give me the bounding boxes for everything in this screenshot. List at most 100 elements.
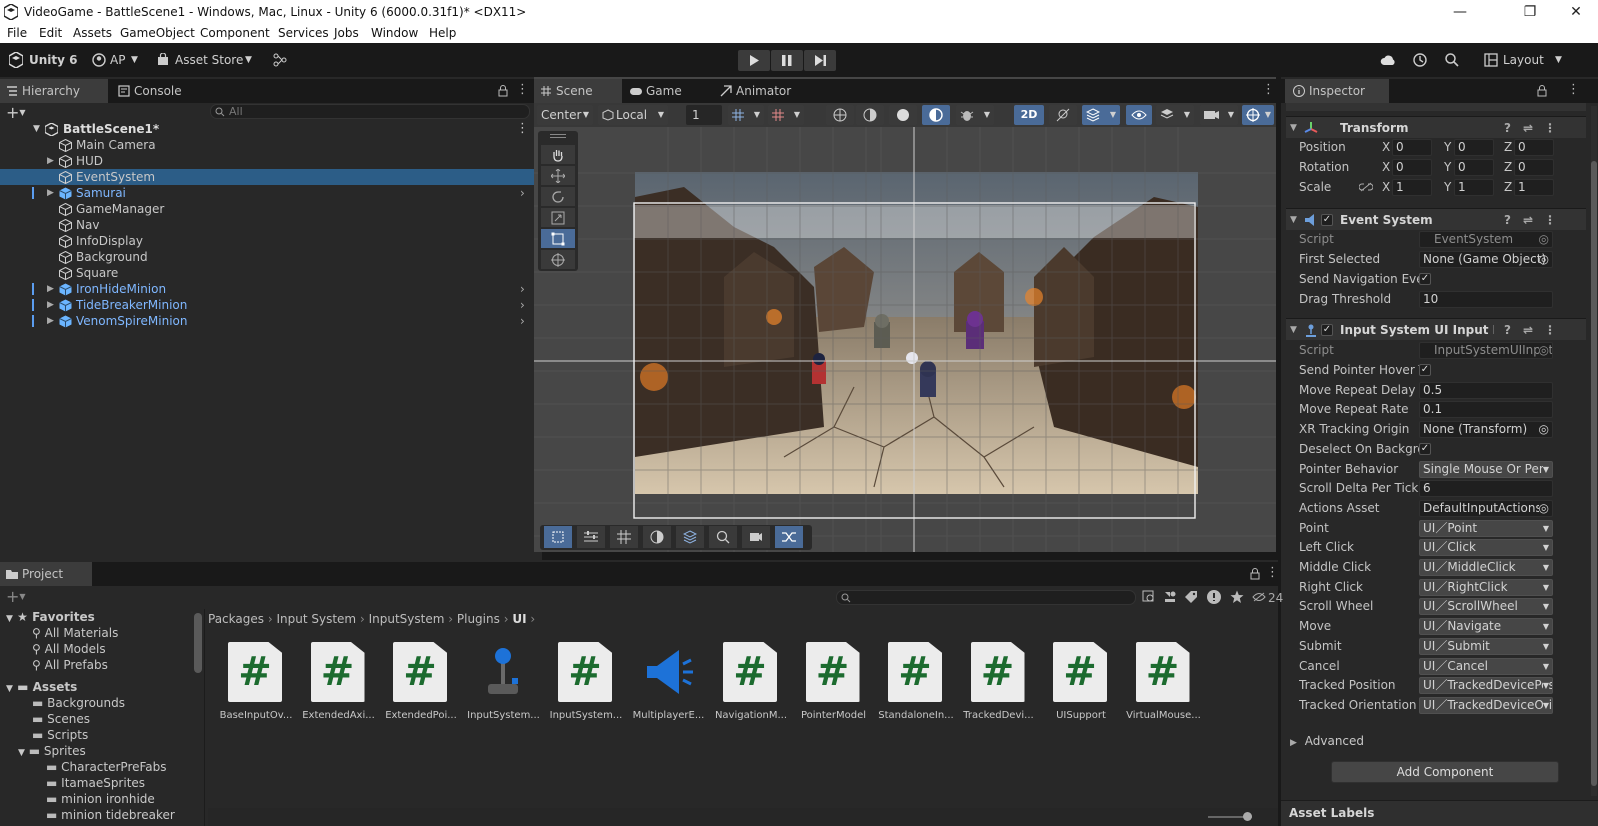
camera-overlay-button[interactable] [742,526,770,548]
inspector-scrollbar[interactable] [1591,106,1597,796]
more-options-icon[interactable]: ⋮ [1266,565,1279,580]
hierarchy-item[interactable]: InfoDisplay [0,233,542,249]
hierarchy-item[interactable]: ▶ VenomSpireMinion › [0,313,542,329]
cloud-icon[interactable] [1380,53,1396,67]
folder-item[interactable]: ▬ ItamaeSprites [46,775,145,791]
position-y-field[interactable]: 0 [1454,139,1494,156]
project-search-input[interactable] [836,590,1136,605]
text-field[interactable]: 0.5 [1419,381,1553,399]
field-dropdown[interactable]: Single Mouse Or Pen ▼ [1419,460,1553,478]
breadcrumb-packages[interactable]: Packages [208,612,264,626]
more-options-icon[interactable]: ⋮ [1567,82,1580,97]
chevron-right-icon[interactable]: ▶ [47,313,54,329]
account-button[interactable]: AP [110,53,125,67]
grid-size-field[interactable]: 1 [686,105,722,125]
add-object-button[interactable]: +▼ [6,103,36,122]
folder-item[interactable]: ▬ Scripts [32,727,88,743]
eye-off-icon[interactable] [1252,592,1266,602]
hierarchy-item[interactable]: ▶ TideBreakerMinion › [0,297,542,313]
asset-item[interactable]: # TrackedDevi... [961,642,1035,732]
component-enabled-checkbox[interactable]: ✓ [1321,214,1333,226]
sprite-rect-button[interactable] [544,526,572,548]
menu-window[interactable]: Window [371,26,418,40]
close-button[interactable]: ✕ [1566,2,1586,22]
shuffle-overlay-button[interactable] [775,526,803,548]
chevron-right-icon[interactable]: ▶ [47,185,54,201]
help-icon[interactable]: ? [1504,117,1511,139]
hierarchy-item[interactable]: ▶ Samurai › [0,185,542,201]
position-x-field[interactable]: 0 [1392,139,1432,156]
menu-assets[interactable]: Assets [73,26,112,40]
chevron-down-icon[interactable]: ▼ [33,121,40,137]
rotation-y-field[interactable]: 0 [1454,159,1494,176]
zoom-overlay-button[interactable] [709,526,737,548]
field-dropdown[interactable]: UI／Click ▼ [1419,539,1553,557]
more-options-icon[interactable]: ⋮ [1544,319,1556,341]
sprites-row[interactable]: ▼ ▬ Sprites [18,743,86,759]
pause-button[interactable] [771,50,803,71]
field-dropdown[interactable]: UI／TrackedDeviceOrientation▼ [1419,696,1553,714]
script-field[interactable]: InputSystemUIInputModule◎ [1419,342,1553,359]
hierarchy-search-input[interactable]: All [210,104,530,119]
lock-icon[interactable] [1250,568,1260,580]
shaded-wire-button[interactable] [856,105,884,125]
more-options-icon[interactable]: ⋮ [1544,209,1556,231]
rotation-x-field[interactable]: 0 [1392,159,1432,176]
presets-icon[interactable]: ⇌ [1523,319,1533,341]
folder-item[interactable]: ▬ minion ironhide [46,791,155,807]
field-dropdown[interactable]: UI／TrackedDevicePosition▼ [1419,677,1553,695]
icon-size-slider-thumb[interactable] [1243,812,1252,821]
camera-dropdown[interactable]: ▼ [1200,105,1238,125]
transform-header[interactable]: ▼ Transform ? ⇌ ⋮ [1286,116,1586,138]
hierarchy-item[interactable]: GameManager [0,201,542,217]
chevron-right-icon[interactable]: › [520,297,525,313]
warning-filter-icon[interactable] [1206,589,1222,605]
tab-inspector[interactable]: Inspector [1285,79,1389,103]
favorite-item[interactable]: ⚲ All Models [32,641,106,657]
move-tool-button[interactable] [541,166,575,185]
grid-snap-button[interactable]: ▼ [728,105,764,125]
unlit-button[interactable] [922,105,950,125]
chevron-right-icon[interactable]: › [520,313,525,329]
play-button[interactable] [738,50,770,71]
text-field[interactable]: 0.1 [1419,401,1553,419]
component-enabled-checkbox[interactable]: ✓ [1321,324,1333,336]
search-by-type-icon[interactable] [1142,590,1156,604]
rotation-z-field[interactable]: 0 [1514,159,1554,176]
hand-tool-button[interactable] [541,145,575,164]
folder-item[interactable]: ▬ CharacterPreFabs [46,759,167,775]
position-z-field[interactable]: 0 [1514,139,1554,156]
menu-edit[interactable]: Edit [39,26,62,40]
effects-toggle[interactable]: ▼ [1082,105,1120,125]
2d-mode-toggle[interactable]: 2D [1014,105,1044,125]
drag-handle-icon[interactable] [550,134,566,138]
star-icon[interactable] [1230,590,1244,604]
menu-file[interactable]: File [7,26,27,40]
field-dropdown[interactable]: UI／MiddleClick ▼ [1419,559,1553,576]
asset-item[interactable]: # UISupport [1043,642,1117,732]
advanced-foldout[interactable]: ▶ Advanced [1290,732,1490,750]
presets-icon[interactable]: ⇌ [1523,209,1533,231]
more-options-icon[interactable]: ⋮ [1544,117,1556,139]
help-icon[interactable]: ? [1504,319,1511,341]
event-system-header[interactable]: ▼ ✓ Event System ? ⇌ ⋮ [1286,208,1586,230]
debug-draw-button[interactable]: ▼ [956,105,994,125]
search-icon[interactable] [1444,52,1460,68]
increment-snap-button[interactable]: ▼ [768,105,804,125]
script-field[interactable]: EventSystem ◎ [1419,231,1553,248]
tab-project[interactable]: Project [0,562,92,586]
layers-overlay-button[interactable] [676,526,704,548]
scene-root-row[interactable]: ▼ BattleScene1* ⋮ [0,121,542,137]
project-tree-scrollbar[interactable] [194,613,202,673]
shaded-button[interactable] [889,105,917,125]
layout-dropdown[interactable]: Layout [1503,53,1544,67]
field-dropdown[interactable]: UI／Navigate ▼ [1419,618,1553,636]
folder-item[interactable]: ▬ minion tidebreaker [46,807,175,823]
asset-item[interactable]: # StandaloneIn... [878,642,954,732]
asset-item[interactable]: InputSystem... [466,642,540,732]
field-dropdown[interactable]: UI／Point ▼ [1419,519,1553,537]
hierarchy-item[interactable]: Background [0,249,542,265]
scene-viewport[interactable] [534,127,1276,552]
folder-item[interactable]: ▬ Backgrounds [32,695,125,711]
field-dropdown[interactable]: UI／RightClick ▼ [1419,578,1553,596]
